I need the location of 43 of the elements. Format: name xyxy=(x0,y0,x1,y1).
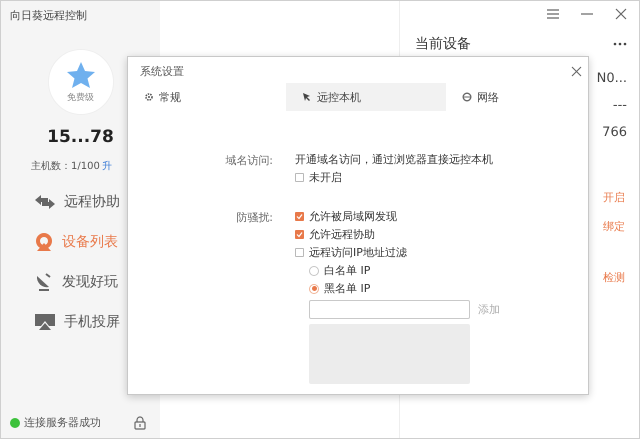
menu-icon[interactable] xyxy=(547,8,559,20)
checkbox[interactable] xyxy=(295,212,304,221)
app-title: 向日葵远程控制 xyxy=(9,8,88,23)
nav-item[interactable]: 发现好玩 xyxy=(34,270,118,294)
checkbox[interactable] xyxy=(295,248,304,257)
settings-tab[interactable]: 远控本机 xyxy=(286,83,446,111)
checkbox-label: 未开启 xyxy=(309,170,342,185)
close-icon[interactable] xyxy=(571,66,582,76)
checkbox[interactable] xyxy=(295,173,304,182)
checkbox-label: 允许远程协助 xyxy=(309,227,375,242)
panel-title: 当前设备 xyxy=(415,36,471,52)
nav-item[interactable]: 远程协助 xyxy=(34,190,120,214)
field-label: 防骚扰: xyxy=(235,210,273,226)
more-icon[interactable] xyxy=(613,42,627,46)
arrows-icon xyxy=(34,194,56,210)
device-value: --- xyxy=(612,98,627,113)
star-icon xyxy=(66,60,96,88)
cursor-icon xyxy=(302,92,312,102)
host-count: 主机数：1/100 xyxy=(31,160,100,173)
field-label: 域名访问: xyxy=(224,153,273,169)
gear-icon xyxy=(144,92,154,102)
screen-cast-icon xyxy=(34,313,56,331)
lock-icon[interactable] xyxy=(134,416,146,430)
nav-item[interactable]: 手机投屏 xyxy=(34,310,120,334)
checkbox-label: 允许被局域网发现 xyxy=(309,209,397,224)
radio-label: 白名单 IP xyxy=(324,263,370,278)
dialog-title: 系统设置 xyxy=(140,64,184,78)
account-name: 15...78 xyxy=(46,127,115,147)
radio-button[interactable] xyxy=(309,266,319,276)
location-icon xyxy=(34,232,54,252)
ip-input-field[interactable] xyxy=(309,300,470,319)
checkbox-label: 远程访问IP地址过滤 xyxy=(309,245,407,260)
badge-label: 免费级 xyxy=(67,92,94,104)
device-value: 766 xyxy=(602,125,627,140)
description-text: 开通域名访问，通过浏览器直接远控本机 xyxy=(295,153,494,166)
device-value: N0... xyxy=(596,71,627,86)
globe-icon xyxy=(462,92,472,102)
radio-button[interactable] xyxy=(309,284,319,294)
radio-label: 黑名单 IP xyxy=(324,281,370,296)
close-icon[interactable] xyxy=(615,8,627,20)
checkbox[interactable] xyxy=(295,230,304,239)
status-text: 连接服务器成功 xyxy=(24,415,101,430)
upgrade-link[interactable]: 升 xyxy=(102,159,112,173)
